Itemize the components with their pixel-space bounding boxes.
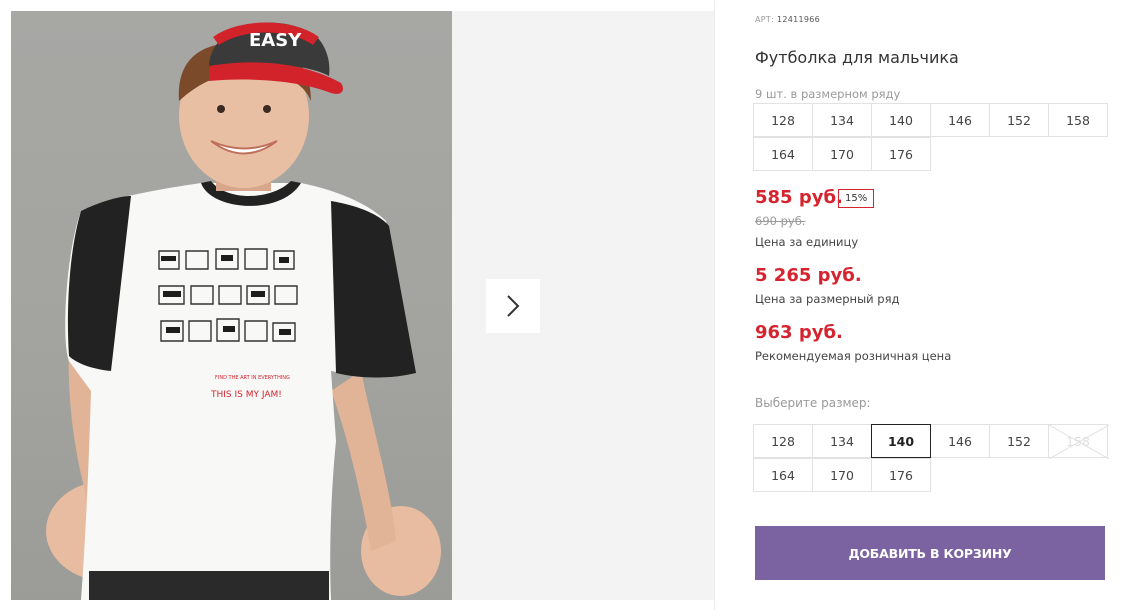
series-price-caption: Цена за размерный ряд [755, 292, 900, 306]
pack-size-grid: 128 134 140 146 152 158 164 170 176 [753, 103, 1112, 171]
old-price: 690 руб. [755, 214, 806, 228]
size-option-170[interactable]: 170 [812, 458, 872, 492]
article-label: АРТ: [755, 15, 775, 24]
size-option-176[interactable]: 176 [871, 458, 931, 492]
cap-lettering: EASY [249, 30, 302, 51]
size-option-152[interactable]: 152 [989, 424, 1049, 458]
article-number: АРТ: 12411966 [755, 15, 820, 24]
product-photo[interactable]: EASY FIND THE ART IN EVERYTHING THIS IS … [11, 11, 452, 600]
rrp-price: 963 руб. [755, 322, 843, 343]
size-option-140[interactable]: 140 [871, 424, 931, 458]
product-gallery: EASY FIND THE ART IN EVERYTHING THIS IS … [0, 0, 714, 610]
size-option-128[interactable]: 128 [753, 424, 813, 458]
print-line1: FIND THE ART IN EVERYTHING [215, 375, 290, 381]
pack-size-cell: 134 [812, 103, 872, 137]
size-option-label: 158 [1066, 433, 1090, 449]
pack-size-cell: 158 [1048, 103, 1108, 137]
product-info-panel: АРТ: 12411966 Футболка для мальчика 9 шт… [753, 0, 1115, 610]
unit-price-caption: Цена за единицу [755, 235, 859, 249]
print-line2: THIS IS MY JAM! [210, 390, 282, 400]
discount-badge: 15% [838, 189, 875, 208]
add-to-cart-button[interactable]: ДОБАВИТЬ В КОРЗИНУ [755, 526, 1105, 580]
product-title: Футболка для мальчика [755, 48, 959, 67]
size-option-158-unavailable: 158 [1048, 424, 1109, 459]
article-value: 12411966 [776, 15, 821, 24]
product-photo-image: EASY FIND THE ART IN EVERYTHING THIS IS … [46, 22, 441, 600]
next-photo-button[interactable] [486, 279, 540, 333]
panel-divider [714, 0, 715, 610]
pack-size-label: 9 шт. в размерном ряду [755, 87, 901, 101]
pack-size-cell: 176 [871, 137, 931, 171]
size-option-164[interactable]: 164 [753, 458, 813, 492]
size-option-146[interactable]: 146 [930, 424, 990, 458]
choose-size-label: Выберите размер: [755, 396, 871, 410]
pack-size-cell: 170 [812, 137, 872, 171]
size-selector: 128 134 140 146 152 158 164 170 176 [753, 424, 1112, 492]
pack-size-cell: 152 [989, 103, 1049, 137]
pack-size-cell: 146 [930, 103, 990, 137]
unit-price: 585 руб. [755, 187, 843, 208]
pack-size-cell: 128 [753, 103, 813, 137]
size-option-134[interactable]: 134 [812, 424, 872, 458]
rrp-price-caption: Рекомендуемая розничная цена [755, 349, 952, 363]
series-price: 5 265 руб. [755, 265, 862, 286]
pack-size-cell: 140 [871, 103, 931, 137]
pack-size-cell: 164 [753, 137, 813, 171]
chevron-right-icon [507, 295, 520, 317]
